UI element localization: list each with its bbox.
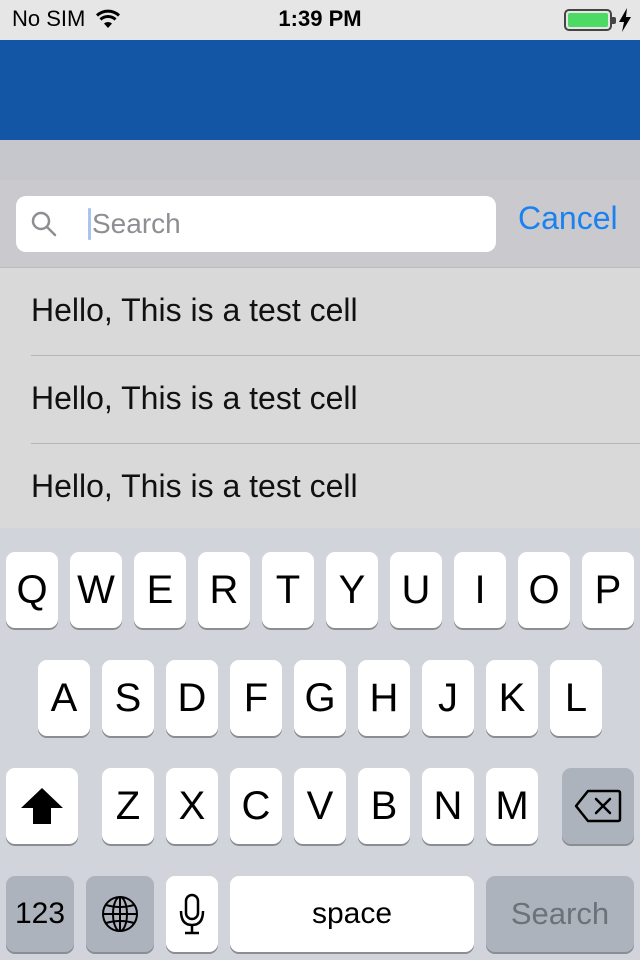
microphone-key[interactable] [166, 876, 218, 952]
navigation-bar [0, 40, 640, 140]
key-b[interactable]: B [358, 768, 410, 844]
key-n[interactable]: N [422, 768, 474, 844]
key-m[interactable]: M [486, 768, 538, 844]
microphone-icon [179, 893, 205, 935]
key-h[interactable]: H [358, 660, 410, 736]
text-cursor [88, 208, 91, 240]
key-u[interactable]: U [390, 552, 442, 628]
table-row[interactable]: Hello, This is a test cell [0, 356, 640, 444]
status-bar: No SIM 1:39 PM [0, 0, 640, 40]
search-field[interactable] [16, 196, 496, 252]
key-l[interactable]: L [550, 660, 602, 736]
key-o[interactable]: O [518, 552, 570, 628]
key-c[interactable]: C [230, 768, 282, 844]
key-g[interactable]: G [294, 660, 346, 736]
shift-icon [21, 788, 63, 824]
search-return-key[interactable]: Search [486, 876, 634, 952]
key-p[interactable]: P [582, 552, 634, 628]
key-z[interactable]: Z [102, 768, 154, 844]
delete-icon [574, 789, 622, 823]
table-row[interactable]: Hello, This is a test cell [0, 268, 640, 356]
key-r[interactable]: R [198, 552, 250, 628]
key-f[interactable]: F [230, 660, 282, 736]
cell-label: Hello, This is a test cell [31, 292, 358, 328]
charging-bolt-icon [619, 8, 631, 32]
key-t[interactable]: T [262, 552, 314, 628]
key-x[interactable]: X [166, 768, 218, 844]
key-s[interactable]: S [102, 660, 154, 736]
key-q[interactable]: Q [6, 552, 58, 628]
table-row[interactable]: Hello, This is a test cell [0, 444, 640, 532]
key-v[interactable]: V [294, 768, 346, 844]
shift-key[interactable] [6, 768, 78, 844]
globe-key[interactable] [86, 876, 154, 952]
status-time: 1:39 PM [278, 6, 362, 31]
keyboard: Q W E R T Y U I O P A S D F G H J K L Z … [0, 528, 640, 960]
cell-label: Hello, This is a test cell [31, 380, 358, 416]
battery-level [568, 13, 608, 27]
results-table: Hello, This is a test cell Hello, This i… [0, 268, 640, 528]
key-a[interactable]: A [38, 660, 90, 736]
delete-key[interactable] [562, 768, 634, 844]
key-i[interactable]: I [454, 552, 506, 628]
space-key[interactable]: space [230, 876, 474, 952]
cancel-button[interactable]: Cancel [518, 200, 618, 237]
battery-tip [612, 17, 616, 24]
battery-icon [564, 9, 616, 31]
numbers-key[interactable]: 123 [6, 876, 74, 952]
search-bar: Cancel [0, 180, 640, 268]
key-y[interactable]: Y [326, 552, 378, 628]
cell-label: Hello, This is a test cell [31, 468, 358, 504]
key-j[interactable]: J [422, 660, 474, 736]
key-w[interactable]: W [70, 552, 122, 628]
header-divider-strip [0, 140, 640, 180]
search-icon [31, 211, 57, 237]
globe-icon [102, 896, 138, 932]
key-k[interactable]: K [486, 660, 538, 736]
key-d[interactable]: D [166, 660, 218, 736]
search-input[interactable] [92, 204, 482, 244]
key-e[interactable]: E [134, 552, 186, 628]
